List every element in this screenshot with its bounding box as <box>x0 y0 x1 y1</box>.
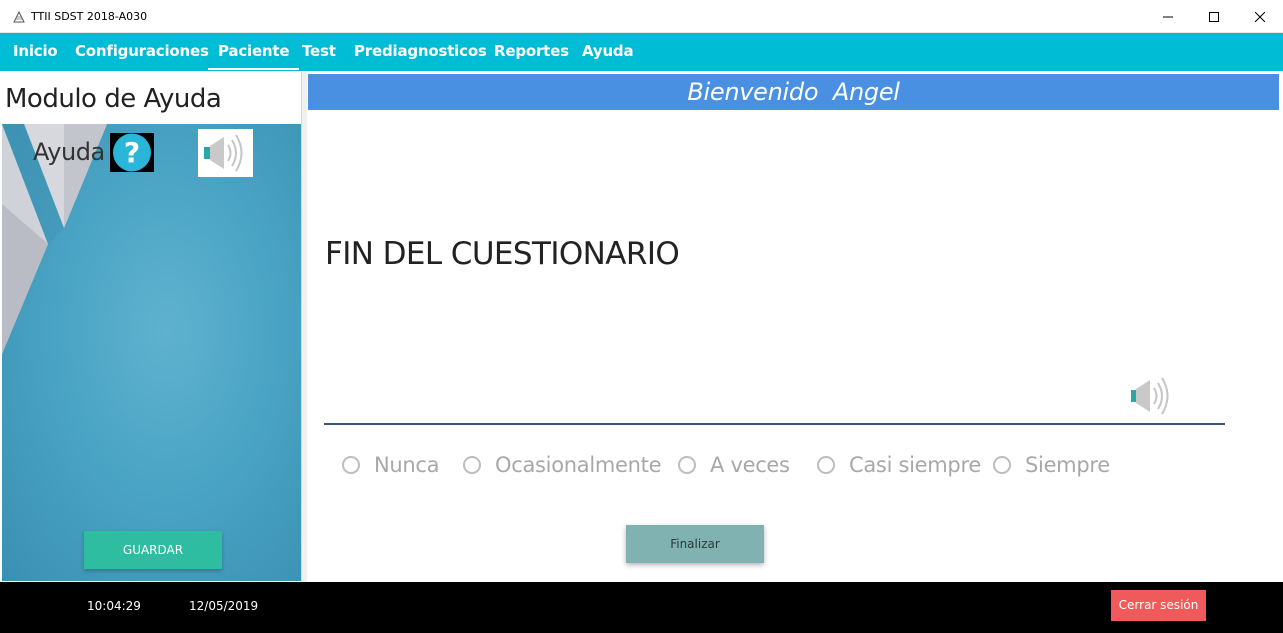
option-ocasionalmente[interactable]: Ocasionalmente <box>463 452 662 478</box>
maximize-icon <box>1209 11 1219 22</box>
option-label: Nunca <box>374 453 440 477</box>
help-panel-background: Ayuda <box>2 124 301 581</box>
minimize-icon <box>1163 16 1173 17</box>
menu-bar: Inicio Configuraciones Paciente Test Pre… <box>0 33 1283 71</box>
speaker-icon[interactable] <box>1128 373 1180 419</box>
menu-configuraciones[interactable]: Configuraciones <box>75 33 209 71</box>
option-a-veces[interactable]: A veces <box>678 452 790 478</box>
radio-button[interactable] <box>463 456 481 474</box>
help-panel-title: Modulo de Ayuda <box>5 84 222 114</box>
radio-button[interactable] <box>817 456 835 474</box>
finish-button[interactable]: Finalizar <box>626 525 764 563</box>
help-label: Ayuda <box>33 138 105 166</box>
minimize-button[interactable] <box>1145 0 1191 33</box>
close-icon <box>1255 11 1265 22</box>
logout-button[interactable]: Cerrar sesión <box>1111 590 1206 621</box>
welcome-banner: Bienvenido Angel <box>308 74 1279 110</box>
option-label: Casi siempre <box>849 453 981 477</box>
maximize-button[interactable] <box>1191 0 1237 33</box>
clock-time: 10:04:29 <box>87 599 141 613</box>
speaker-icon[interactable] <box>198 129 253 177</box>
menu-reportes[interactable]: Reportes <box>494 33 569 71</box>
status-footer: 10:04:29 12/05/2019 Cerrar sesión <box>0 582 1283 633</box>
question-text: FIN DEL CUESTIONARIO <box>325 236 680 272</box>
radio-button[interactable] <box>678 456 696 474</box>
question-mark-icon[interactable]: ? <box>110 133 154 172</box>
option-label: Siempre <box>1025 453 1110 477</box>
svg-text:?: ? <box>124 136 140 169</box>
menu-paciente[interactable]: Paciente <box>208 33 300 70</box>
option-label: A veces <box>710 453 790 477</box>
menu-inicio[interactable]: Inicio <box>13 33 58 71</box>
panel-divider <box>301 72 307 582</box>
welcome-text: Bienvenido Angel <box>687 78 900 106</box>
option-casi-siempre[interactable]: Casi siempre <box>817 452 981 478</box>
window-title-bar: TTII SDST 2018-A030 <box>0 0 1283 33</box>
option-nunca[interactable]: Nunca <box>342 452 440 478</box>
save-button[interactable]: GUARDAR <box>84 531 222 569</box>
option-siempre[interactable]: Siempre <box>993 452 1110 478</box>
option-label: Ocasionalmente <box>495 453 662 477</box>
window-title: TTII SDST 2018-A030 <box>31 10 148 23</box>
menu-ayuda[interactable]: Ayuda <box>582 33 634 71</box>
radio-button[interactable] <box>342 456 360 474</box>
close-button[interactable] <box>1237 0 1283 33</box>
radio-button[interactable] <box>993 456 1011 474</box>
app-logo-icon <box>13 10 25 23</box>
answer-divider <box>324 423 1225 425</box>
clock-date: 12/05/2019 <box>189 599 259 613</box>
menu-test[interactable]: Test <box>302 33 336 71</box>
decorative-shapes <box>2 124 107 354</box>
menu-prediagnosticos[interactable]: Prediagnosticos <box>354 33 487 71</box>
